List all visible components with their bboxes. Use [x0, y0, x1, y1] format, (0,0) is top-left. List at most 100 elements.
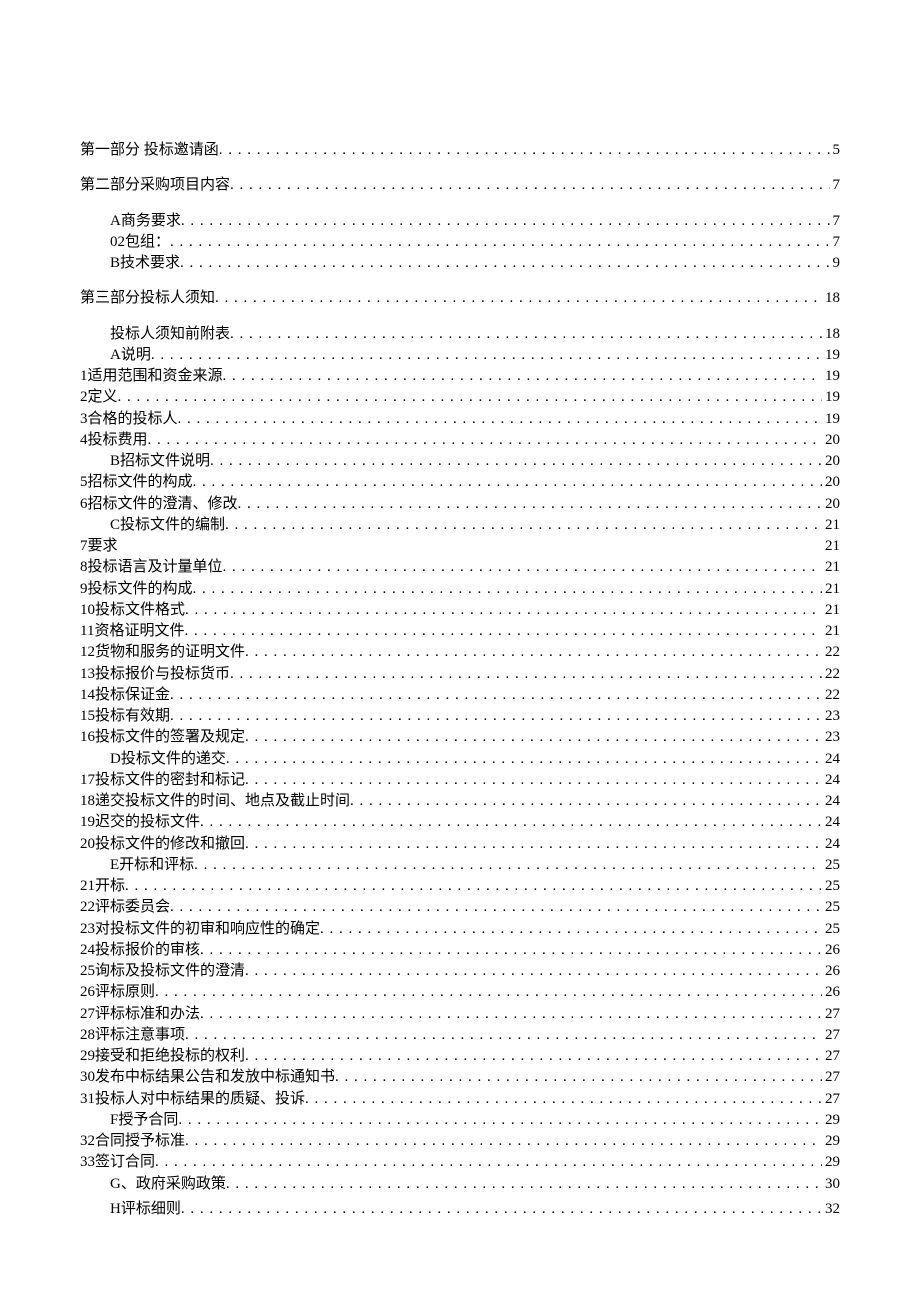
toc-page-number: 27 [822, 1004, 840, 1024]
toc-entry: 7要求21 [80, 536, 840, 556]
toc-label: G、政府采购政策 [110, 1174, 226, 1194]
toc-page-number: 7 [830, 211, 841, 231]
toc-entry: 29接受和拒绝投标的权利 27 [80, 1046, 840, 1066]
toc-label: H评标细则 [110, 1199, 181, 1219]
toc-label: 5招标文件的构成 [80, 472, 193, 492]
toc-entry: 27评标标准和办法27 [80, 1004, 840, 1024]
toc-page-number: 32 [822, 1199, 840, 1219]
toc-label: 25询标及投标文件的澄清 [80, 961, 245, 981]
toc-leader [200, 812, 822, 832]
toc-entry: 33签订合同29 [80, 1152, 840, 1172]
toc-page-number: 25 [822, 876, 840, 896]
toc-label: 21开标 [80, 876, 125, 896]
toc-entry: 22评标委员会25 [80, 897, 840, 917]
toc-page-number: 30 [822, 1174, 840, 1194]
toc-entry: 11资格证明文件 21 [80, 621, 840, 641]
toc-page-number: 19 [822, 387, 840, 407]
toc-leader [223, 366, 822, 386]
toc-leader [170, 685, 822, 705]
toc-page-number: 5 [830, 140, 841, 160]
toc-leader [350, 791, 822, 811]
toc-label: 13投标报价与投标货币 [80, 664, 230, 684]
toc-entry: 16投标文件的签署及规定23 [80, 727, 840, 747]
toc-page-number: 19 [822, 409, 840, 429]
spacer [80, 310, 840, 324]
toc-entry: H评标细则 32 [110, 1199, 840, 1219]
toc-leader [193, 472, 822, 492]
toc-entry: 15投标有效期23 [80, 706, 840, 726]
toc-leader [245, 834, 822, 854]
toc-leader [178, 409, 822, 429]
toc-page-number: 27 [822, 1025, 840, 1045]
toc-label: 第一部分 投标邀请函 [80, 140, 219, 160]
toc-entry: 21开标 25 [80, 876, 840, 896]
toc-page-number: 27 [822, 1089, 840, 1109]
spacer [80, 197, 840, 211]
toc-leader [184, 621, 822, 641]
toc-leader [185, 600, 822, 620]
toc-leader [185, 1131, 822, 1151]
toc-entry: 19迟交的投标文件24 [80, 812, 840, 832]
toc-leader [170, 232, 829, 252]
toc-leader [245, 961, 822, 981]
toc-label: 11资格证明文件 [80, 621, 184, 641]
toc-leader [181, 211, 830, 231]
toc-label: 26评标原则 [80, 982, 155, 1002]
toc-page-number: 26 [822, 940, 840, 960]
toc-label: 14投标保证金 [80, 685, 170, 705]
toc-entry: 25询标及投标文件的澄清26 [80, 961, 840, 981]
toc-leader [238, 494, 822, 514]
toc-page-number: 22 [822, 664, 840, 684]
toc-label: 29接受和拒绝投标的权利 [80, 1046, 245, 1066]
toc-leader [245, 642, 822, 662]
toc-label: 3合格的投标人 [80, 409, 178, 429]
toc-entry: 23对投标文件的初审和响应性的确定25 [80, 919, 840, 939]
toc-entry: C投标文件的编制21 [110, 515, 840, 535]
toc-label: 31投标人对中标结果的质疑、投诉 [80, 1089, 305, 1109]
toc-leader [305, 1089, 822, 1109]
toc-page-number: 21 [822, 621, 840, 641]
toc-label: B招标文件说明 [110, 451, 210, 471]
toc-label: 18递交投标文件的时间、地点及截止时间 [80, 791, 350, 811]
toc-label: 16投标文件的签署及规定 [80, 727, 245, 747]
toc-entry: 20投标文件的修改和撤回24 [80, 834, 840, 854]
toc-entry: 13投标报价与投标货币 22 [80, 664, 840, 684]
toc-entry: 6招标文件的澄清、修改20 [80, 494, 840, 514]
toc-entry: A说明19 [110, 345, 840, 365]
toc-entry: 8投标语言及计量单位21 [80, 557, 840, 577]
toc-label: 8投标语言及计量单位 [80, 557, 223, 577]
toc-entry: 18递交投标文件的时间、地点及截止时间24 [80, 791, 840, 811]
toc-label: F授予合同 [110, 1110, 178, 1130]
toc-page-number: 27 [822, 1046, 840, 1066]
toc-label: 23对投标文件的初审和响应性的确定 [80, 919, 320, 939]
toc-label: 02包组： [110, 232, 170, 252]
toc-entry: 第二部分采购项目内容7 [80, 175, 840, 195]
toc-label: B技术要求 [110, 253, 180, 273]
toc-page-number: 22 [822, 642, 840, 662]
toc-leader [178, 1110, 822, 1130]
toc-page-number: 18 [822, 324, 840, 344]
toc-label: 20投标文件的修改和撤回 [80, 834, 245, 854]
toc-page-number: 21 [822, 579, 840, 599]
spacer [80, 161, 840, 175]
toc-page-number: 21 [822, 515, 840, 535]
toc-leader [170, 897, 822, 917]
toc-label: A商务要求 [110, 211, 181, 231]
toc-page-number: 20 [822, 451, 840, 471]
toc-leader [225, 515, 822, 535]
toc-entry: 5招标文件的构成20 [80, 472, 840, 492]
toc-page-number: 23 [822, 706, 840, 726]
toc-label: 7要求 [80, 536, 118, 556]
toc-leader [226, 749, 822, 769]
toc-leader [245, 1046, 822, 1066]
toc-page-number: 25 [822, 897, 840, 917]
toc-entry: 24投标报价的审核26 [80, 940, 840, 960]
toc-label: 投标人须知前附表 [110, 324, 230, 344]
toc-leader [170, 706, 822, 726]
toc-page-number: 25 [822, 855, 840, 875]
toc-entry: 32合同授予标准29 [80, 1131, 840, 1151]
toc-entry: 3合格的投标人 19 [80, 409, 840, 429]
toc-leader [125, 876, 822, 896]
toc-entry: 28评标注意事项27 [80, 1025, 840, 1045]
toc-entry: B招标文件说明 20 [110, 451, 840, 471]
